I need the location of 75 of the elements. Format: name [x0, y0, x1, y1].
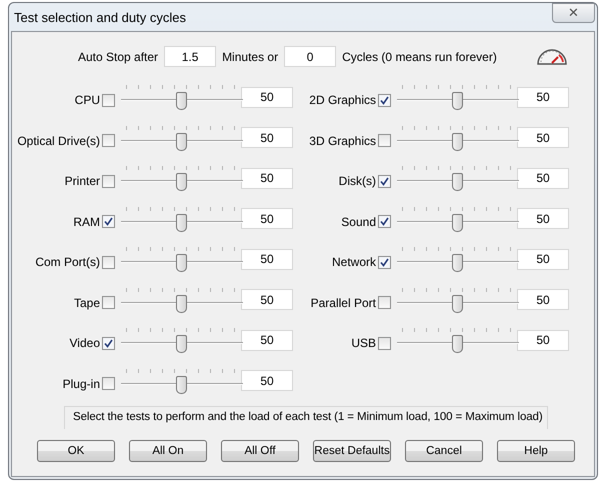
minutes-label: Minutes or — [222, 50, 278, 64]
test-label: Plug-in — [62, 376, 101, 391]
load-field[interactable]: 50 — [517, 168, 569, 189]
test-label: Network — [332, 255, 377, 270]
gauge-icon — [536, 48, 567, 65]
slider-thumb[interactable] — [452, 92, 463, 110]
slider-thumb[interactable] — [176, 173, 187, 192]
minutes-field[interactable]: 1.5 — [164, 46, 216, 67]
test-label: Optical Drive(s) — [17, 134, 101, 148]
test-label: Printer — [64, 174, 101, 188]
test-checkbox[interactable] — [378, 174, 391, 188]
slider-thumb[interactable] — [176, 214, 187, 232]
slider-thumb[interactable] — [176, 132, 187, 151]
dialog-button[interactable]: OK — [37, 440, 115, 462]
test-checkbox[interactable] — [378, 336, 391, 350]
load-field[interactable]: 50 — [241, 289, 293, 310]
test-label: Tape — [74, 296, 101, 310]
load-field[interactable]: 50 — [241, 370, 293, 392]
slider-thumb[interactable] — [176, 335, 187, 354]
slider-thumb[interactable] — [452, 132, 463, 151]
test-label: Video — [70, 336, 101, 350]
load-field[interactable]: 50 — [241, 208, 293, 230]
slider-thumb[interactable] — [176, 254, 187, 272]
load-field[interactable]: 50 — [517, 330, 569, 351]
slider-thumb[interactable] — [452, 173, 463, 192]
test-label: Disk(s) — [338, 174, 377, 188]
load-field[interactable]: 50 — [517, 86, 569, 108]
cycles-label: Cycles (0 means run forever) — [342, 50, 497, 64]
load-field[interactable]: 50 — [241, 127, 293, 148]
load-field[interactable]: 50 — [517, 127, 569, 148]
dialog-button[interactable]: Cancel — [405, 440, 483, 462]
slider-thumb[interactable] — [452, 214, 463, 232]
cycles-field[interactable]: 0 — [284, 46, 336, 67]
hint-text: Select the tests to perform and the load of each test (1 = Minimum load, 100 = Maximum load) — [64, 406, 548, 429]
test-label: CPU — [74, 93, 101, 108]
test-checkbox[interactable] — [102, 174, 115, 188]
test-checkbox[interactable] — [378, 94, 391, 107]
load-field[interactable]: 50 — [241, 330, 293, 351]
test-label: Com Port(s) — [35, 255, 101, 270]
auto-stop-label: Auto Stop after — [78, 50, 158, 64]
test-label: RAM — [73, 214, 101, 229]
test-checkbox[interactable] — [102, 377, 115, 390]
load-field[interactable]: 50 — [517, 248, 569, 270]
load-field[interactable]: 50 — [517, 289, 569, 310]
test-checkbox[interactable] — [102, 134, 115, 148]
slider-thumb[interactable] — [452, 294, 463, 313]
test-label: Sound — [341, 214, 377, 229]
test-checkbox[interactable] — [378, 256, 391, 269]
window-title: Test selection and duty cycles — [13, 10, 186, 24]
dialog-button[interactable]: All On — [129, 440, 207, 462]
test-label: 3D Graphics — [309, 134, 377, 148]
test-checkbox[interactable] — [102, 296, 115, 310]
dialog-button[interactable]: Reset Defaults — [313, 440, 391, 462]
load-field[interactable]: 50 — [241, 86, 293, 108]
load-field[interactable]: 50 — [241, 168, 293, 189]
test-checkbox[interactable] — [102, 256, 115, 269]
test-checkbox[interactable] — [378, 215, 391, 228]
load-field[interactable]: 50 — [241, 248, 293, 270]
test-label: 2D Graphics — [309, 93, 377, 108]
test-checkbox[interactable] — [378, 296, 391, 310]
slider-thumb[interactable] — [452, 254, 463, 272]
slider-thumb[interactable] — [176, 376, 187, 394]
slider-thumb[interactable] — [452, 335, 463, 354]
slider-thumb[interactable] — [176, 294, 187, 313]
close-button[interactable]: ✕ — [552, 3, 595, 23]
test-label: USB — [351, 336, 377, 350]
test-checkbox[interactable] — [102, 94, 115, 107]
test-checkbox[interactable] — [102, 336, 115, 350]
dialog-button[interactable]: All Off — [221, 440, 299, 462]
test-checkbox[interactable] — [378, 134, 391, 148]
dialog-button[interactable]: Help — [497, 440, 575, 462]
slider-thumb[interactable] — [176, 92, 187, 110]
test-label: Parallel Port — [310, 296, 377, 310]
load-field[interactable]: 50 — [517, 208, 569, 230]
test-checkbox[interactable] — [102, 215, 115, 228]
